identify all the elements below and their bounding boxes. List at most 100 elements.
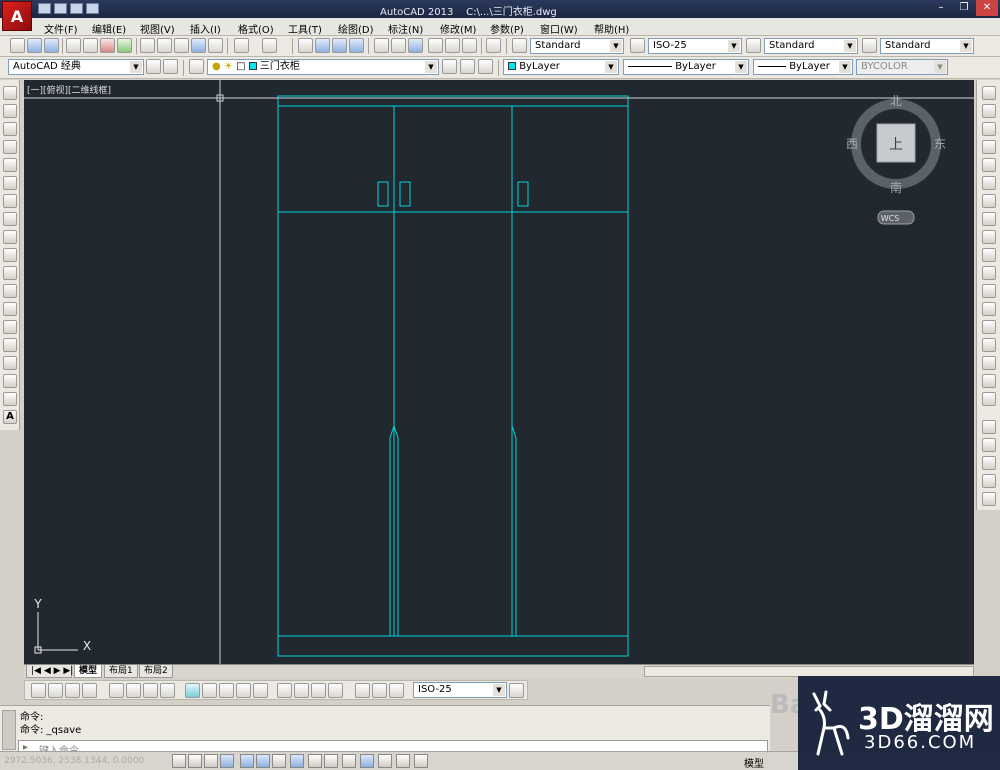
- plotstyle-control-dropdown[interactable]: BYCOLOR ▼: [856, 59, 948, 75]
- break-icon[interactable]: [982, 302, 996, 316]
- quickcalc-icon[interactable]: [462, 38, 477, 53]
- fillet-icon[interactable]: [982, 356, 996, 370]
- dim-style-icon[interactable]: [630, 38, 645, 53]
- dim-update-icon[interactable]: [389, 683, 404, 698]
- paste-icon[interactable]: [174, 38, 189, 53]
- polyline-icon[interactable]: [3, 122, 17, 136]
- quick-dim-icon[interactable]: [185, 683, 200, 698]
- explode-icon[interactable]: [982, 392, 996, 406]
- snap-mode-icon[interactable]: [188, 754, 202, 768]
- zoom-realtime-icon[interactable]: [315, 38, 330, 53]
- 3d-osnap-icon[interactable]: [272, 754, 286, 768]
- break-at-point-icon[interactable]: [982, 284, 996, 298]
- trim-icon[interactable]: [982, 248, 996, 262]
- publish-icon[interactable]: [100, 38, 115, 53]
- menu-file[interactable]: 文件(F): [44, 21, 78, 36]
- continue-dim-icon[interactable]: [219, 683, 234, 698]
- dim-break-icon[interactable]: [253, 683, 268, 698]
- command-window-grip[interactable]: [2, 710, 16, 750]
- copy-object-icon[interactable]: [982, 104, 996, 118]
- design-center-icon[interactable]: [391, 38, 406, 53]
- application-menu-button[interactable]: A: [2, 1, 32, 31]
- dim-toolbar-style-dropdown[interactable]: ISO-25 ▼: [413, 682, 507, 698]
- tab-model[interactable]: 模型: [74, 665, 103, 678]
- draworder-under-icon[interactable]: [982, 474, 996, 488]
- layer-state-icon[interactable]: [478, 59, 493, 74]
- region-icon[interactable]: [3, 374, 17, 388]
- print-icon[interactable]: [86, 3, 99, 14]
- scale-icon[interactable]: [982, 212, 996, 226]
- layer-dropdown[interactable]: ● ☀ □ 三门衣柜 ▼: [207, 59, 439, 75]
- menu-tools[interactable]: 工具(T): [288, 21, 322, 36]
- dim-space-icon[interactable]: [236, 683, 251, 698]
- center-mark-icon[interactable]: [294, 683, 309, 698]
- allow-ucs-icon[interactable]: [308, 754, 322, 768]
- save-icon[interactable]: [70, 3, 83, 14]
- multiline-text-icon[interactable]: A: [3, 410, 17, 424]
- gradient-icon[interactable]: [3, 356, 17, 370]
- menu-view[interactable]: 视图(V): [140, 21, 175, 36]
- rectangle-icon[interactable]: [3, 158, 17, 172]
- menu-format[interactable]: 格式(O): [238, 21, 274, 36]
- close-button[interactable]: ✕: [976, 0, 998, 16]
- revcloud-icon[interactable]: [3, 212, 17, 226]
- plot-icon[interactable]: [66, 38, 81, 53]
- make-current-layer-icon[interactable]: [442, 59, 457, 74]
- restore-button[interactable]: ❐: [953, 0, 975, 16]
- draworder-back-icon[interactable]: [982, 438, 996, 452]
- menu-modify[interactable]: 修改(M): [440, 21, 476, 36]
- text-style-icon[interactable]: [512, 38, 527, 53]
- inspection-icon[interactable]: [311, 683, 326, 698]
- chamfer-icon[interactable]: [982, 338, 996, 352]
- open-file-icon[interactable]: [27, 38, 42, 53]
- menu-draw[interactable]: 绘图(D): [338, 21, 374, 36]
- ellipse-icon[interactable]: [3, 248, 17, 262]
- annotation-monitor-icon[interactable]: [414, 754, 428, 768]
- object-snap-tracking-icon[interactable]: [290, 754, 304, 768]
- layer-properties-icon[interactable]: [189, 59, 204, 74]
- menu-window[interactable]: 窗口(W): [540, 21, 578, 36]
- menu-dimension[interactable]: 标注(N): [388, 21, 423, 36]
- selection-cycling-icon[interactable]: [396, 754, 410, 768]
- table-icon[interactable]: [3, 392, 17, 406]
- workspace-settings-icon[interactable]: [146, 59, 161, 74]
- stretch-icon[interactable]: [982, 230, 996, 244]
- join-icon[interactable]: [982, 320, 996, 334]
- radius-dim-icon[interactable]: [109, 683, 124, 698]
- draworder-front-icon[interactable]: [982, 420, 996, 434]
- blend-curves-icon[interactable]: [982, 374, 996, 388]
- help-icon[interactable]: [486, 38, 501, 53]
- match-properties-icon[interactable]: [191, 38, 206, 53]
- menu-help[interactable]: 帮助(H): [594, 21, 629, 36]
- block-editor-icon[interactable]: [208, 38, 223, 53]
- ortho-mode-icon[interactable]: [220, 754, 234, 768]
- transparency-icon[interactable]: [360, 754, 374, 768]
- rotate-icon[interactable]: [982, 194, 996, 208]
- zoom-window-icon[interactable]: [332, 38, 347, 53]
- multileader-style-icon[interactable]: [862, 38, 877, 53]
- text-front-icon[interactable]: [982, 492, 996, 506]
- mirror-icon[interactable]: [982, 122, 996, 136]
- model-space-button[interactable]: 模型: [744, 755, 764, 770]
- lineweight-icon[interactable]: [342, 754, 356, 768]
- customize-icon[interactable]: [163, 59, 178, 74]
- text-style-dropdown[interactable]: Standard ▼: [530, 38, 624, 54]
- minimize-button[interactable]: –: [930, 0, 952, 16]
- dynamic-input-icon[interactable]: [324, 754, 338, 768]
- linetype-control-dropdown[interactable]: ByLayer ▼: [623, 59, 749, 75]
- jogged-linear-icon[interactable]: [328, 683, 343, 698]
- undo-icon[interactable]: [234, 38, 249, 53]
- lineweight-control-dropdown[interactable]: ByLayer ▼: [753, 59, 853, 75]
- tolerance-icon[interactable]: [277, 683, 292, 698]
- diameter-dim-icon[interactable]: [143, 683, 158, 698]
- tab-nav-buttons[interactable]: |◀ ◀ ▶ ▶|: [26, 665, 73, 678]
- tab-layout1[interactable]: 布局1: [104, 665, 138, 678]
- 3d-print-icon[interactable]: [117, 38, 132, 53]
- copy-icon[interactable]: [157, 38, 172, 53]
- draworder-above-icon[interactable]: [982, 456, 996, 470]
- cut-icon[interactable]: [140, 38, 155, 53]
- move-icon[interactable]: [982, 176, 996, 190]
- spline-icon[interactable]: [3, 230, 17, 244]
- polygon-icon[interactable]: [3, 140, 17, 154]
- extend-icon[interactable]: [982, 266, 996, 280]
